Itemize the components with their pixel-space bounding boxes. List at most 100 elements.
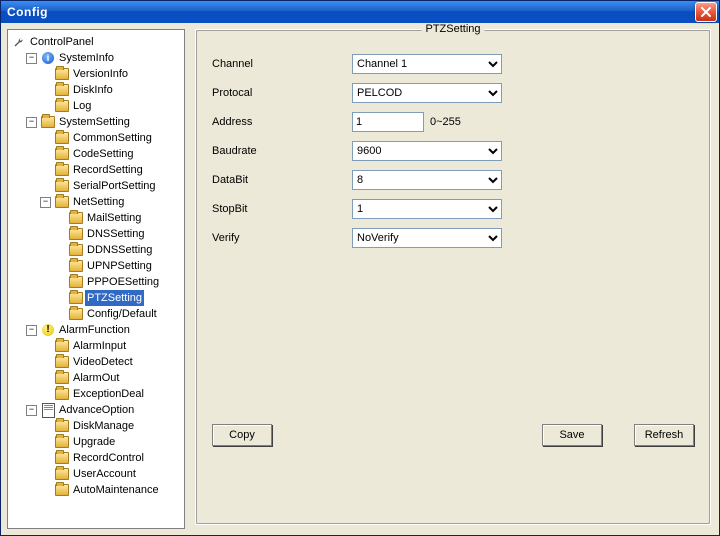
tree-label: DNSSetting (85, 226, 146, 242)
label-verify: Verify (212, 232, 352, 244)
tree-diskmanage[interactable]: DiskManage (40, 418, 182, 434)
tree-label: DDNSSetting (85, 242, 154, 258)
page-icon (41, 403, 55, 417)
tree-diskinfo[interactable]: DiskInfo (40, 82, 182, 98)
tree-ddnssetting[interactable]: DDNSSetting (54, 242, 182, 258)
collapse-icon[interactable]: − (26, 53, 37, 64)
tree-recordsetting[interactable]: RecordSetting (40, 162, 182, 178)
row-protocol: Protocal PELCOD (212, 83, 694, 103)
tree-label: UserAccount (71, 466, 138, 482)
tree-pane[interactable]: ControlPanel − i SystemInfo VersionInfo (7, 29, 185, 529)
tree-label: ExceptionDeal (71, 386, 146, 402)
tree-label: AdvanceOption (57, 402, 136, 418)
tree-automaintenance[interactable]: AutoMaintenance (40, 482, 182, 498)
folder-icon (55, 355, 69, 369)
databit-select[interactable]: 8 (352, 170, 502, 190)
tree-alarmout[interactable]: AlarmOut (40, 370, 182, 386)
window-title: Config (7, 5, 695, 19)
tree-advanceoption[interactable]: − AdvanceOption (26, 402, 182, 418)
config-window: Config ControlPanel (0, 0, 720, 536)
protocol-select-input[interactable]: PELCOD (352, 83, 502, 103)
channel-select[interactable]: Channel 1 (352, 54, 502, 74)
tree-label: Log (71, 98, 93, 114)
tree-alarminput[interactable]: AlarmInput (40, 338, 182, 354)
collapse-icon[interactable]: − (26, 325, 37, 336)
tree-serialportsetting[interactable]: SerialPortSetting (40, 178, 182, 194)
tree-useraccount[interactable]: UserAccount (40, 466, 182, 482)
folder-icon (55, 483, 69, 497)
stopbit-select-input[interactable]: 1 (352, 199, 502, 219)
collapse-icon[interactable]: − (26, 117, 37, 128)
tree-exceptiondeal[interactable]: ExceptionDeal (40, 386, 182, 402)
label-protocol: Protocal (212, 87, 352, 99)
tree-label: VersionInfo (71, 66, 130, 82)
button-row: Copy Save Refresh (212, 424, 694, 446)
label-databit: DataBit (212, 174, 352, 186)
address-input[interactable] (352, 112, 424, 132)
folder-icon (69, 291, 83, 305)
tree-label: AlarmFunction (57, 322, 132, 338)
tree-upgrade[interactable]: Upgrade (40, 434, 182, 450)
folder-icon (69, 243, 83, 257)
folder-icon (69, 211, 83, 225)
collapse-icon[interactable]: − (26, 405, 37, 416)
warning-icon: ! (41, 323, 55, 337)
tree-log[interactable]: Log (40, 98, 182, 114)
folder-icon (55, 67, 69, 81)
row-stopbit: StopBit 1 (212, 199, 694, 219)
tree-versioninfo[interactable]: VersionInfo (40, 66, 182, 82)
folder-icon (69, 307, 83, 321)
close-button[interactable] (695, 2, 717, 22)
tree-mailsetting[interactable]: MailSetting (54, 210, 182, 226)
tree-configdefault[interactable]: Config/Default (54, 306, 182, 322)
copy-button[interactable]: Copy (212, 424, 272, 446)
tree-root[interactable]: ControlPanel (12, 34, 182, 50)
channel-select-input[interactable]: Channel 1 (352, 54, 502, 74)
tree-alarmfunction[interactable]: − ! AlarmFunction (26, 322, 182, 338)
folder-icon (41, 115, 55, 129)
tree-pppoesetting[interactable]: PPPOESetting (54, 274, 182, 290)
collapse-icon[interactable]: − (40, 197, 51, 208)
tree-label: AlarmInput (71, 338, 128, 354)
tree-label: UPNPSetting (85, 258, 154, 274)
tree-systeminfo[interactable]: − i SystemInfo (26, 50, 182, 66)
tree-upnpsetting[interactable]: UPNPSetting (54, 258, 182, 274)
baudrate-select[interactable]: 9600 (352, 141, 502, 161)
address-hint: 0~255 (430, 116, 461, 128)
ptz-form: Channel Channel 1 Protocal PELCOD Addres… (212, 54, 694, 248)
databit-select-input[interactable]: 8 (352, 170, 502, 190)
tree-commonsetting[interactable]: CommonSetting (40, 130, 182, 146)
tree-ptzsetting[interactable]: PTZSetting (54, 290, 182, 306)
folder-icon (55, 451, 69, 465)
tree-label: NetSetting (71, 194, 126, 210)
tree-netsetting[interactable]: − NetSetting (40, 194, 182, 210)
label-address: Address (212, 116, 352, 128)
tree-dnssetting[interactable]: DNSSetting (54, 226, 182, 242)
stopbit-select[interactable]: 1 (352, 199, 502, 219)
tree-videodetect[interactable]: VideoDetect (40, 354, 182, 370)
tree-label: SystemSetting (57, 114, 132, 130)
folder-icon (55, 163, 69, 177)
tree-systemsetting[interactable]: − SystemSetting (26, 114, 182, 130)
tree-label: AlarmOut (71, 370, 121, 386)
tree-codesetting[interactable]: CodeSetting (40, 146, 182, 162)
save-button[interactable]: Save (542, 424, 602, 446)
close-icon (701, 7, 711, 17)
info-icon: i (41, 51, 55, 65)
folder-icon (69, 275, 83, 289)
verify-select-input[interactable]: NoVerify (352, 228, 502, 248)
tree-label: Config/Default (85, 306, 159, 322)
folder-icon (69, 227, 83, 241)
ptz-groupbox: PTZSetting Channel Channel 1 Protocal PE… (195, 29, 711, 525)
titlebar: Config (1, 1, 719, 23)
folder-icon (55, 83, 69, 97)
baudrate-select-input[interactable]: 9600 (352, 141, 502, 161)
verify-select[interactable]: NoVerify (352, 228, 502, 248)
panel-title: PTZSetting (421, 23, 484, 35)
folder-icon (55, 147, 69, 161)
refresh-button[interactable]: Refresh (634, 424, 694, 446)
tree-recordcontrol[interactable]: RecordControl (40, 450, 182, 466)
protocol-select[interactable]: PELCOD (352, 83, 502, 103)
folder-icon (55, 387, 69, 401)
tree-label: VideoDetect (71, 354, 135, 370)
